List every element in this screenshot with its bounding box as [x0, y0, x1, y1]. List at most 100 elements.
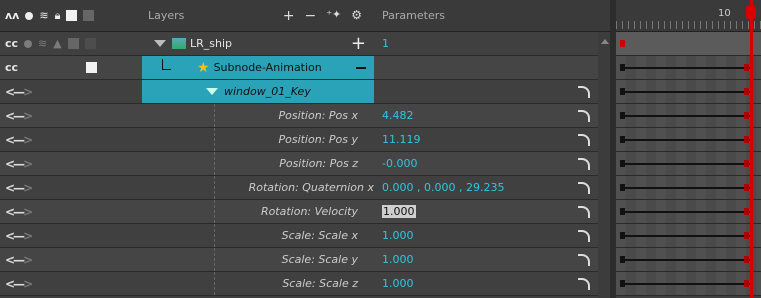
keyframe-marker[interactable] [620, 136, 625, 143]
param-value[interactable]: -0.000 [382, 157, 417, 170]
param-value[interactable]: 11.119 [382, 133, 421, 146]
keyframe-marker[interactable] [744, 136, 749, 143]
animate-toggle-icon[interactable]: cc [5, 37, 18, 50]
scrollbar-track[interactable] [598, 32, 610, 298]
function-curve-icon[interactable] [578, 205, 590, 218]
layer-properties-icon[interactable]: ⚙ [351, 8, 362, 24]
timeline-row[interactable] [616, 176, 761, 200]
function-curve-icon[interactable] [578, 157, 590, 170]
timeline-row[interactable] [616, 56, 761, 80]
lock-icon[interactable]: 🔒︎ [55, 9, 61, 23]
layer-row-key[interactable]: window_01_Key [142, 80, 374, 104]
keyframe-marker[interactable] [620, 112, 625, 119]
thumbnail-icon[interactable] [83, 10, 95, 21]
thumbnail-toggle-icon[interactable] [84, 38, 96, 49]
param-value[interactable]: 4.482 [382, 109, 414, 122]
keyframe-nav-icon[interactable]: <—> [5, 133, 33, 147]
playhead-handle[interactable] [746, 6, 756, 20]
keyframe-marker[interactable] [620, 160, 625, 167]
visibility-toggle-icon[interactable] [24, 39, 33, 48]
keyframe-nav-icon[interactable]: <—> [5, 85, 33, 99]
keyframe-marker[interactable] [620, 40, 625, 47]
keyframe-marker[interactable] [744, 280, 749, 287]
lock-toggle-icon[interactable]: ▲ [53, 37, 61, 50]
show-all-icon[interactable] [25, 11, 34, 20]
add-peg-icon[interactable]: ⁺✦ [326, 8, 341, 24]
timeline-row[interactable] [616, 224, 761, 248]
keyframe-marker[interactable] [620, 184, 625, 191]
timeline-panel[interactable]: 10 [616, 0, 761, 298]
keyframe-marker[interactable] [744, 160, 749, 167]
function-curve-icon[interactable] [578, 133, 590, 146]
stack-toggle-icon[interactable]: ≋ [38, 37, 47, 50]
keyframe-nav-icon[interactable]: <—> [5, 205, 33, 219]
param-value[interactable]: 1.000 [382, 229, 414, 242]
keyframe-marker[interactable] [744, 208, 749, 215]
function-curve-icon[interactable] [578, 277, 590, 290]
toggle-row-param: <—> [0, 176, 142, 200]
toggle-row-subnode: cc [0, 56, 142, 80]
function-curve-icon[interactable] [578, 229, 590, 242]
function-curve-icon[interactable] [578, 181, 590, 194]
param-value[interactable]: 0.000 , 0.000 , 29.235 [382, 181, 504, 194]
param-value[interactable]: 1.000 [382, 277, 414, 290]
keyframe-marker[interactable] [744, 256, 749, 263]
param-value[interactable]: 1 [382, 37, 389, 50]
timeline-row[interactable] [616, 152, 761, 176]
keyframe-marker[interactable] [620, 88, 625, 95]
layer-row-subnode[interactable]: ★ Subnode-Animation [142, 56, 374, 80]
color-swatch-icon[interactable] [66, 10, 78, 21]
keyframe-marker[interactable] [620, 232, 625, 239]
param-value-row: 4.482 [374, 104, 598, 128]
timeline-row[interactable] [616, 128, 761, 152]
keyframe-marker[interactable] [744, 232, 749, 239]
keyframe-marker[interactable] [620, 208, 625, 215]
expand-arrow-icon[interactable] [206, 88, 218, 95]
toggle-row-param: <—> [0, 248, 142, 272]
param-name: Position: Pos z [279, 157, 358, 170]
keyframe-marker[interactable] [620, 64, 625, 71]
param-name-row: Scale: Scale z [142, 272, 374, 296]
timeline-row[interactable] [616, 104, 761, 128]
scroll-up-icon[interactable] [601, 39, 609, 44]
remove-layer-icon[interactable]: − [304, 8, 316, 24]
scrollbar-header [598, 0, 610, 32]
keyframe-nav-icon[interactable]: <—> [5, 109, 33, 123]
param-value[interactable]: 1.000 [382, 253, 414, 266]
keyframe-nav-icon[interactable]: <—> [5, 277, 33, 291]
animate-mode-icon[interactable]: ᴧᴧ [5, 9, 19, 22]
timeline-row[interactable] [616, 272, 761, 296]
function-curve-icon[interactable] [578, 109, 590, 122]
keyframe-nav-icon[interactable]: <—> [5, 157, 33, 171]
layer-row-ship[interactable]: LR_ship + [142, 32, 374, 56]
keyframe-nav-icon[interactable]: <—> [5, 229, 33, 243]
timeline-ruler[interactable]: 10 [616, 0, 761, 32]
keyframe-marker[interactable] [620, 256, 625, 263]
expand-arrow-icon[interactable] [154, 40, 166, 47]
add-sublayer-button[interactable]: + [351, 34, 366, 53]
function-curve-icon[interactable] [578, 85, 590, 98]
keyframe-nav-icon[interactable]: <—> [5, 253, 33, 267]
timeline-row[interactable] [616, 80, 761, 104]
keyframe-marker[interactable] [620, 280, 625, 287]
collapse-button[interactable] [356, 66, 366, 69]
keyframe-marker[interactable] [744, 88, 749, 95]
keyframe-marker[interactable] [744, 112, 749, 119]
timeline-row[interactable] [616, 248, 761, 272]
parameters-column: Parameters 1 4.482 11.119 -0.000 0.000 ,… [374, 0, 598, 296]
param-value[interactable]: 1.000 [382, 205, 416, 218]
playhead[interactable] [750, 0, 753, 298]
color-toggle-icon[interactable] [67, 38, 79, 49]
function-curve-icon[interactable] [578, 253, 590, 266]
keyframe-marker[interactable] [744, 64, 749, 71]
color-toggle-icon[interactable] [86, 62, 98, 73]
timeline-row[interactable] [616, 32, 761, 56]
add-layer-icon[interactable]: + [283, 8, 295, 24]
stack-icon[interactable]: ≋ [39, 9, 48, 22]
timeline-row[interactable] [616, 200, 761, 224]
vertical-scrollbar[interactable] [598, 0, 610, 298]
layer-toggles-column: ᴧᴧ ≋ 🔒︎ cc ≋ ▲ cc <—> <—> <—> <—> <—> <—… [0, 0, 142, 296]
keyframe-marker[interactable] [744, 184, 749, 191]
animate-toggle-icon[interactable]: cc [5, 61, 18, 74]
keyframe-nav-icon[interactable]: <—> [5, 181, 33, 195]
